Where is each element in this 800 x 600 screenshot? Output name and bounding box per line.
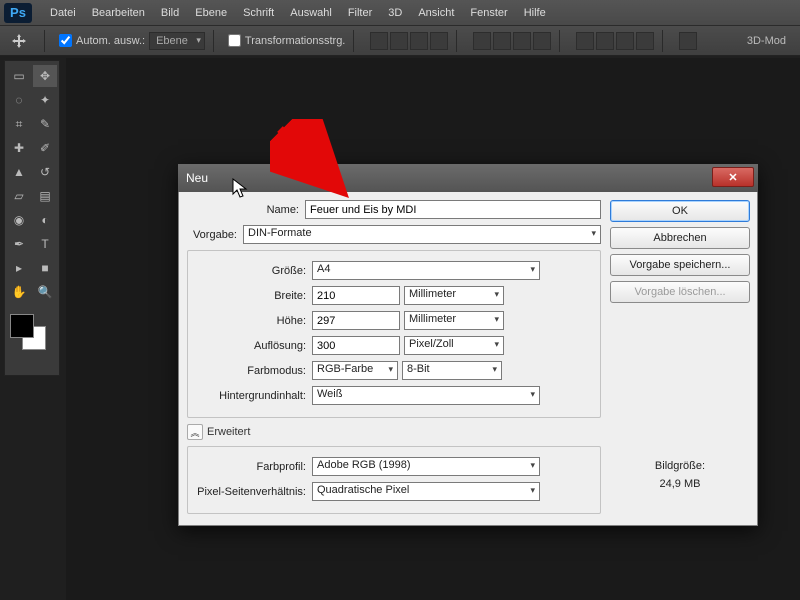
options-bar: Autom. ausw.: Ebene Transformationsstrg.… xyxy=(0,26,800,56)
brush-tool[interactable]: ✐ xyxy=(33,137,57,159)
screenmode-toggle[interactable] xyxy=(33,357,57,371)
cancel-button[interactable]: Abbrechen xyxy=(610,227,750,249)
name-input[interactable] xyxy=(305,200,601,219)
height-label: Höhe: xyxy=(194,315,312,327)
marquee-tool[interactable]: ▭ xyxy=(7,65,31,87)
distribute-icon[interactable] xyxy=(513,32,531,50)
colorprofile-dropdown[interactable]: Adobe RGB (1998) xyxy=(312,457,540,476)
menu-bearbeiten[interactable]: Bearbeiten xyxy=(84,5,153,21)
colorprofile-label: Farbprofil: xyxy=(194,461,312,473)
advanced-toggle[interactable]: ︽ Erweitert xyxy=(187,424,601,440)
background-dropdown[interactable]: Weiß xyxy=(312,386,540,405)
chevron-up-icon: ︽ xyxy=(187,424,203,440)
aspect-label: Pixel-Seitenverhältnis: xyxy=(194,486,312,498)
align-icons xyxy=(370,32,448,50)
bitdepth-dropdown[interactable]: 8-Bit xyxy=(402,361,502,380)
move-tool[interactable]: ✥ xyxy=(33,65,57,87)
preset-dropdown[interactable]: DIN-Formate xyxy=(243,225,601,244)
type-tool[interactable]: T xyxy=(33,233,57,255)
hand-tool[interactable]: ✋ xyxy=(7,281,31,303)
toolbox: ▭ ✥ ◌ ✦ ⌗ ✎ ✚ ✐ ▲ ↺ ▱ ▤ ◉ ◐ ✒ T ▸ ■ ✋ 🔍 xyxy=(4,60,60,376)
colormode-dropdown[interactable]: RGB-Farbe xyxy=(312,361,398,380)
blur-tool[interactable]: ◉ xyxy=(7,209,31,231)
height-input[interactable] xyxy=(312,311,400,330)
color-swatches[interactable] xyxy=(7,311,57,351)
gradient-tool[interactable]: ▤ xyxy=(33,185,57,207)
ok-button[interactable]: OK xyxy=(610,200,750,222)
align-icon[interactable] xyxy=(410,32,428,50)
size-dropdown[interactable]: A4 xyxy=(312,261,540,280)
menu-bild[interactable]: Bild xyxy=(153,5,187,21)
auto-select-target-dropdown[interactable]: Ebene xyxy=(149,32,205,50)
resolution-unit-dropdown[interactable]: Pixel/Zoll xyxy=(404,336,504,355)
resolution-label: Auflösung: xyxy=(194,340,312,352)
transform-controls-label: Transformationsstrg. xyxy=(245,35,345,47)
wand-tool[interactable]: ✦ xyxy=(33,89,57,111)
size-label: Größe: xyxy=(194,265,312,277)
main-menu-bar: Ps Datei Bearbeiten Bild Ebene Schrift A… xyxy=(0,0,800,26)
heal-tool[interactable]: ✚ xyxy=(7,137,31,159)
stamp-tool[interactable]: ▲ xyxy=(7,161,31,183)
menu-3d[interactable]: 3D xyxy=(380,5,410,21)
width-label: Breite: xyxy=(194,290,312,302)
distribute2-icons xyxy=(576,32,654,50)
distribute-icon[interactable] xyxy=(596,32,614,50)
menu-filter[interactable]: Filter xyxy=(340,5,380,21)
background-label: Hintergrundinhalt: xyxy=(194,390,312,402)
dodge-tool[interactable]: ◐ xyxy=(33,209,57,231)
name-label: Name: xyxy=(187,204,305,216)
dialog-title: Neu xyxy=(184,171,208,185)
dialog-titlebar[interactable]: Neu ✕ xyxy=(178,164,758,192)
advanced-label: Erweitert xyxy=(207,426,250,438)
lasso-tool[interactable]: ◌ xyxy=(7,89,31,111)
pen-tool[interactable]: ✒ xyxy=(7,233,31,255)
path-tool[interactable]: ▸ xyxy=(7,257,31,279)
auto-select-label: Autom. ausw.: xyxy=(76,35,145,47)
menu-hilfe[interactable]: Hilfe xyxy=(516,5,554,21)
align-icon[interactable] xyxy=(390,32,408,50)
eyedropper-tool[interactable]: ✎ xyxy=(33,113,57,135)
image-size-value: 24,9 MB xyxy=(655,476,705,494)
height-unit-dropdown[interactable]: Millimeter xyxy=(404,311,504,330)
history-brush-tool[interactable]: ↺ xyxy=(33,161,57,183)
quickmask-toggle[interactable] xyxy=(7,357,31,371)
image-size-label: Bildgröße: xyxy=(655,458,705,476)
distribute-icon[interactable] xyxy=(473,32,491,50)
close-icon: ✕ xyxy=(728,171,737,184)
3d-icon[interactable] xyxy=(679,32,697,50)
align-icon[interactable] xyxy=(370,32,388,50)
crop-tool[interactable]: ⌗ xyxy=(7,113,31,135)
distribute-icon[interactable] xyxy=(533,32,551,50)
menu-fenster[interactable]: Fenster xyxy=(462,5,515,21)
menu-ebene[interactable]: Ebene xyxy=(187,5,235,21)
eraser-tool[interactable]: ▱ xyxy=(7,185,31,207)
new-document-dialog: Neu ✕ Name: Vorgabe: DIN-Formate Größe: … xyxy=(178,164,758,526)
close-button[interactable]: ✕ xyxy=(712,167,754,187)
move-tool-icon xyxy=(8,30,30,52)
width-unit-dropdown[interactable]: Millimeter xyxy=(404,286,504,305)
colormode-label: Farbmodus: xyxy=(194,365,312,377)
menu-datei[interactable]: Datei xyxy=(42,5,84,21)
distribute-icon[interactable] xyxy=(493,32,511,50)
distribute-icon[interactable] xyxy=(636,32,654,50)
app-logo: Ps xyxy=(4,3,32,23)
delete-preset-button[interactable]: Vorgabe löschen... xyxy=(610,281,750,303)
auto-select-checkbox[interactable] xyxy=(59,34,72,47)
zoom-tool[interactable]: 🔍 xyxy=(33,281,57,303)
save-preset-button[interactable]: Vorgabe speichern... xyxy=(610,254,750,276)
preset-label: Vorgabe: xyxy=(187,229,243,241)
distribute-icons xyxy=(473,32,551,50)
distribute-icon[interactable] xyxy=(616,32,634,50)
transform-controls-checkbox[interactable] xyxy=(228,34,241,47)
align-icon[interactable] xyxy=(430,32,448,50)
menu-ansicht[interactable]: Ansicht xyxy=(410,5,462,21)
3d-mode-label: 3D-Mod xyxy=(747,35,792,47)
resolution-input[interactable] xyxy=(312,336,400,355)
menu-schrift[interactable]: Schrift xyxy=(235,5,282,21)
menu-auswahl[interactable]: Auswahl xyxy=(282,5,340,21)
aspect-dropdown[interactable]: Quadratische Pixel xyxy=(312,482,540,501)
width-input[interactable] xyxy=(312,286,400,305)
shape-tool[interactable]: ■ xyxy=(33,257,57,279)
distribute-icon[interactable] xyxy=(576,32,594,50)
